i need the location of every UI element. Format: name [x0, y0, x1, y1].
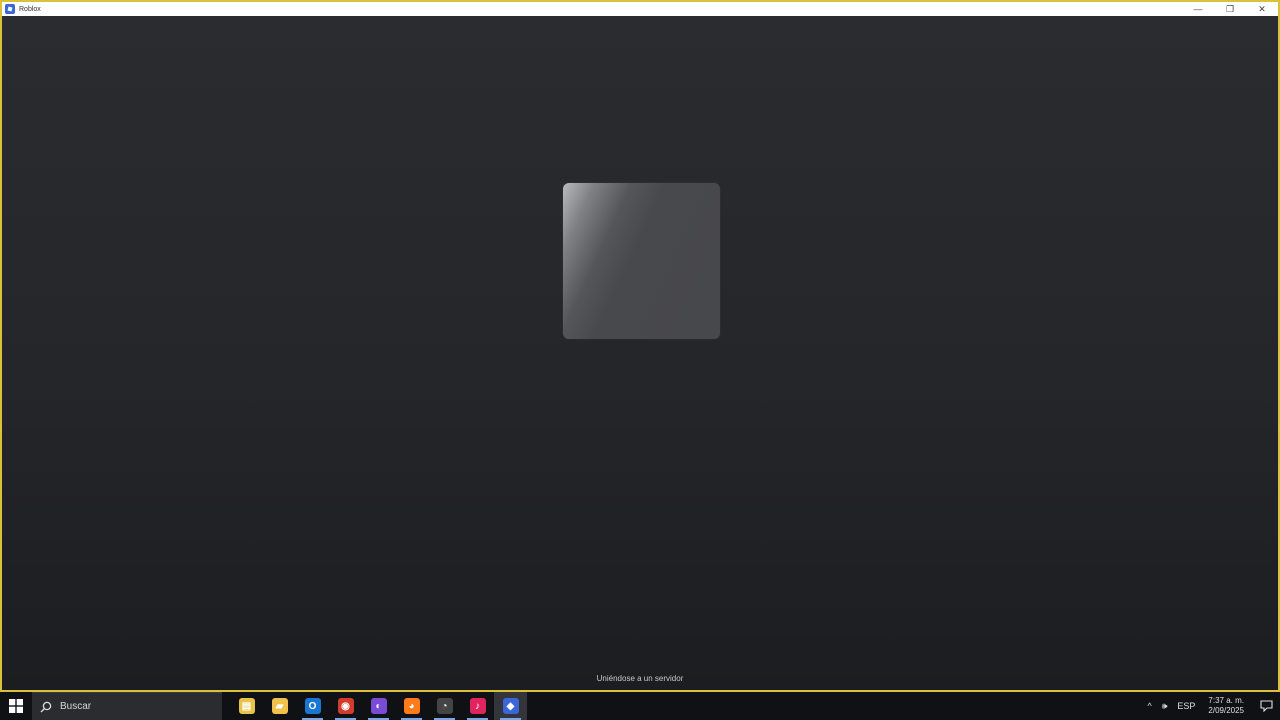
- close-button[interactable]: ✕: [1246, 2, 1278, 16]
- taskbar-apps: ▤ ▰ O ◉ ◐ ◕ ◔ ♪ ◆: [230, 692, 527, 720]
- loading-status: Uniéndose a un servidor: [596, 674, 684, 683]
- folder-icon: ▰: [271, 698, 288, 714]
- restore-button[interactable]: ❐: [1214, 2, 1246, 16]
- volume-icon[interactable]: 🕪: [1157, 701, 1173, 712]
- taskbar-app-button[interactable]: ▰: [263, 692, 296, 720]
- window-controls: — ❐ ✕: [1182, 2, 1278, 16]
- clock-date: 2/09/2025: [1208, 706, 1244, 715]
- windows-logo-icon: [9, 699, 23, 713]
- loading-tile: [563, 183, 720, 339]
- search-placeholder: Buscar: [60, 701, 92, 712]
- language-indicator[interactable]: ESP: [1172, 701, 1200, 711]
- taskbar-search[interactable]: Buscar: [32, 692, 222, 720]
- speedometer-icon: ◔: [436, 698, 453, 714]
- window-title: Roblox: [19, 5, 41, 13]
- chrome-icon: ◉: [337, 698, 354, 714]
- tray-chevron-icon[interactable]: ^: [1142, 701, 1156, 711]
- taskbar-app-button[interactable]: ▤: [230, 692, 263, 720]
- clock-time: 7:37 a. m.: [1208, 696, 1244, 705]
- system-tray: ^ 🕪 ESP 7:37 a. m. 2/09/2025: [1142, 692, 1280, 720]
- minimize-button[interactable]: —: [1182, 2, 1214, 16]
- outlook-icon: O: [304, 698, 321, 714]
- tiktok-icon: ♪: [469, 698, 486, 714]
- file-explorer-icon: ▤: [238, 698, 255, 714]
- taskbar-app-button[interactable]: O: [296, 692, 329, 720]
- taskbar-app-button[interactable]: ♪: [461, 692, 494, 720]
- start-button[interactable]: [0, 692, 32, 720]
- clock[interactable]: 7:37 a. m. 2/09/2025: [1200, 696, 1252, 716]
- notification-icon: [1259, 700, 1273, 712]
- taskbar-app-button[interactable]: ◔: [428, 692, 461, 720]
- roblox-icon: ◆: [502, 698, 519, 714]
- notifications-button[interactable]: [1252, 692, 1280, 720]
- search-icon: [40, 701, 52, 712]
- title-bar[interactable]: Roblox — ❐ ✕: [2, 2, 1278, 16]
- taskbar-app-button[interactable]: ◐: [362, 692, 395, 720]
- taskbar-app-button[interactable]: ◕: [395, 692, 428, 720]
- taskbar-app-button[interactable]: ◆: [494, 692, 527, 720]
- roblox-app-icon: [5, 4, 15, 14]
- taskbar-app-button[interactable]: ◉: [329, 692, 362, 720]
- messenger-icon: ◐: [370, 698, 387, 714]
- firefox-icon: ◕: [403, 698, 420, 714]
- taskbar: Buscar ▤ ▰ O ◉ ◐ ◕ ◔ ♪ ◆ ^ 🕪 ESP 7:37 a. m. 2/09…: [0, 692, 1280, 720]
- roblox-window: Roblox — ❐ ✕ Uniéndose a un servidor: [0, 0, 1280, 692]
